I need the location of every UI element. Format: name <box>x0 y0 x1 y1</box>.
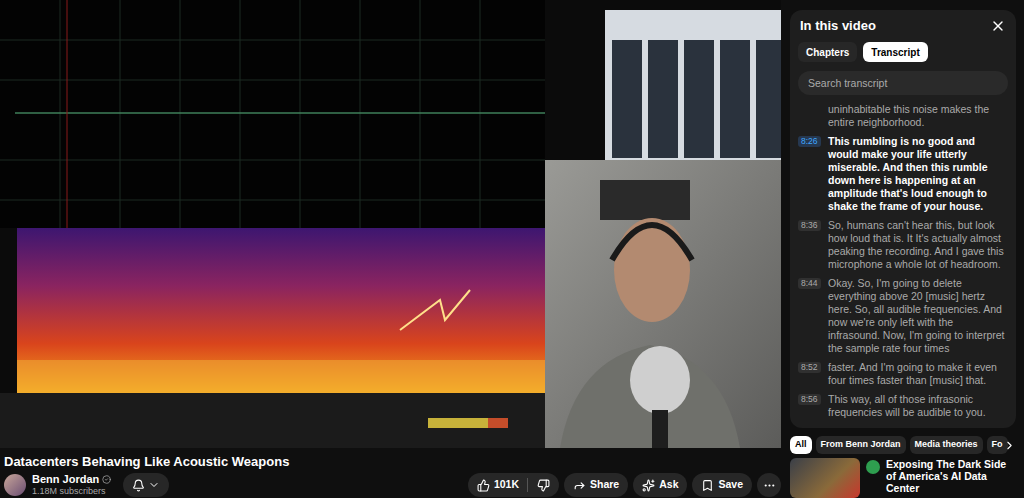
recommended-video[interactable]: Exposing The Dark Side of America's AI D… <box>790 458 1016 498</box>
save-icon <box>701 479 714 492</box>
segment-text: Okay. So, I'm going to delete everything… <box>828 277 1008 355</box>
close-icon <box>990 18 1006 34</box>
panel-title: In this video <box>800 16 876 36</box>
segment-timestamp[interactable]: 8:36 <box>798 220 821 231</box>
transcript-segment[interactable]: 8:52 faster. And I'm going to make it eve… <box>798 361 1008 387</box>
segment-timestamp[interactable]: 8:56 <box>798 394 821 405</box>
ask-button[interactable]: Ask <box>633 473 687 497</box>
transcript-segment[interactable]: 8:36 So, humans can't hear this, but look… <box>798 219 1008 271</box>
transcript-segment[interactable]: 8:26 This rumbling is no good and would m… <box>798 135 1008 213</box>
filter-chip[interactable]: Media theories <box>910 436 983 454</box>
panel-tab[interactable]: Transcript <box>863 42 927 62</box>
filter-chip[interactable]: From Benn Jordan <box>816 436 906 454</box>
segment-text: uninhabitable this noise makes the entir… <box>828 103 1008 129</box>
subscriber-count: 1.18M subscribers <box>32 486 111 497</box>
channel-name[interactable]: Benn Jordan <box>32 473 99 486</box>
panel-tabs: Chapters Transcript <box>790 42 1016 62</box>
video-frame[interactable] <box>0 0 781 448</box>
transcript-panel: In this video Chapters Transcript uninhabit… <box>790 10 1016 428</box>
bell-icon <box>132 479 145 492</box>
filter-chip[interactable]: All <box>790 436 812 454</box>
share-button[interactable]: Share <box>564 473 628 497</box>
transcript-segment[interactable]: 8:56 This way, all of those infrasonic fr… <box>798 393 1008 419</box>
more-icon <box>763 479 776 492</box>
main-column: Datacenters Behaving Like Acoustic Weapo… <box>0 0 781 498</box>
chevron-down-icon <box>148 479 160 491</box>
ask-icon <box>642 479 655 492</box>
video-thumbnail[interactable] <box>790 458 860 498</box>
transcript-search[interactable] <box>798 71 1008 95</box>
verified-icon <box>102 475 111 484</box>
segment-text: So, humans can't hear this, but look how… <box>828 219 1008 271</box>
chips-next-button[interactable] <box>1002 439 1016 452</box>
thumbs-up-icon <box>477 479 490 492</box>
transcript-segment[interactable]: uninhabitable this noise makes the entir… <box>798 103 1008 129</box>
like-dislike-group: 101K <box>468 473 559 497</box>
share-icon <box>573 479 586 492</box>
dislike-button[interactable] <box>528 473 559 497</box>
like-button[interactable]: 101K <box>468 473 527 497</box>
segment-timestamp[interactable]: 8:44 <box>798 278 821 289</box>
chevron-right-icon <box>1003 439 1016 452</box>
notifications-button[interactable] <box>123 473 169 497</box>
segment-timestamp[interactable]: 8:52 <box>798 362 821 373</box>
panel-tab[interactable]: Chapters <box>798 42 857 62</box>
segment-text: faster. And I'm going to make it even fo… <box>828 361 1008 387</box>
segment-text: This way, all of those infrasonic freque… <box>828 393 1008 419</box>
more-button[interactable] <box>757 473 781 497</box>
filter-chips: AllFrom Benn JordanMedia theoriesFo <box>790 436 1016 454</box>
side-column: In this video Chapters Transcript uninhabit… <box>790 0 1016 498</box>
video-title: Datacenters Behaving Like Acoustic Weapo… <box>0 448 781 470</box>
thumbs-down-icon <box>537 479 550 492</box>
channel-row: Benn Jordan1.18M subscribers 101K ShareAsk… <box>0 470 781 497</box>
transcript-segment[interactable]: 8:44 Okay. So, I'm going to delete everyt… <box>798 277 1008 355</box>
youtube-watch-page: Datacenters Behaving Like Acoustic Weapo… <box>0 0 1024 498</box>
save-button[interactable]: Save <box>692 473 752 497</box>
channel-avatar[interactable] <box>4 474 26 496</box>
recommendation-channel-avatar <box>866 460 880 474</box>
recommendation-title: Exposing The Dark Side of America's AI D… <box>886 458 1016 498</box>
segment-timestamp[interactable]: 8:26 <box>798 136 821 147</box>
transcript-list: uninhabitable this noise makes the entir… <box>790 103 1016 428</box>
close-button[interactable] <box>990 18 1006 34</box>
segment-text: This rumbling is no good and would make … <box>828 135 1008 213</box>
